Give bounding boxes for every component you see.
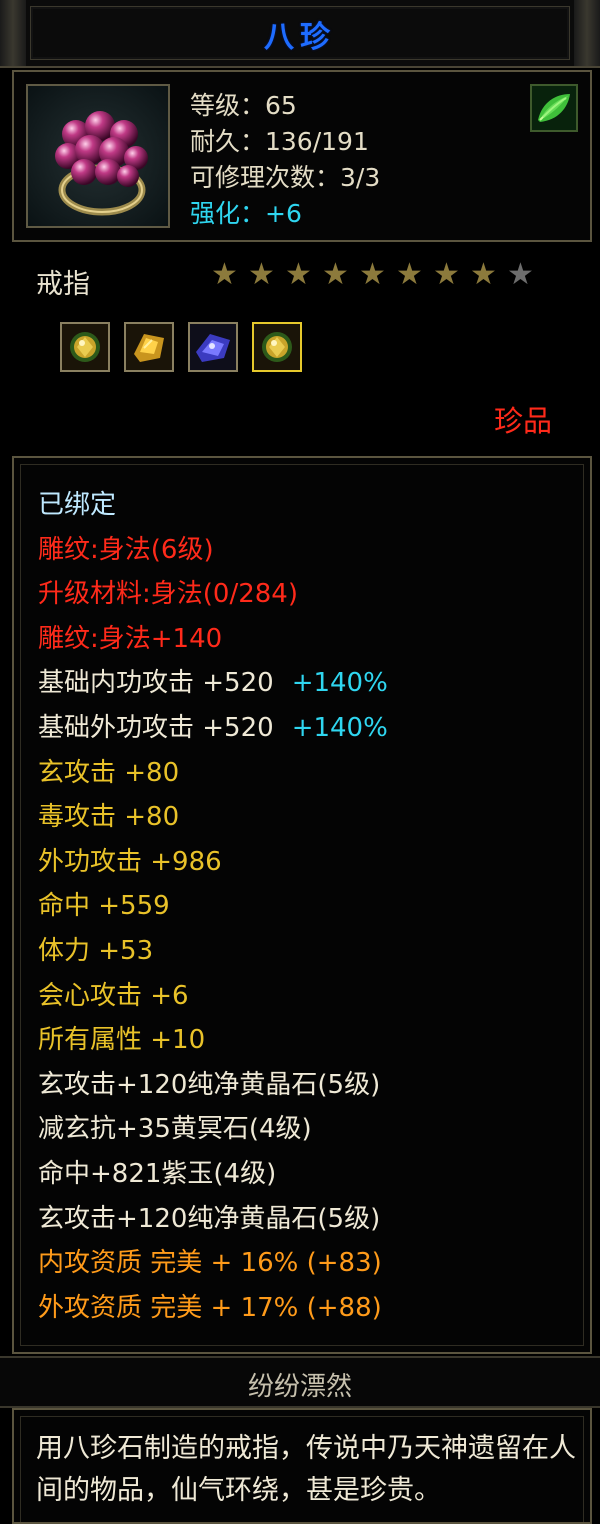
stat-text: 会心攻击 +6: [38, 980, 189, 1011]
star-icon: ★: [507, 257, 534, 292]
yellow-crystal-gem-icon: [252, 322, 302, 372]
stat-line: 命中 +559: [38, 885, 170, 922]
set-name: 纷纷漂然: [247, 1372, 352, 1402]
stat-text: 雕纹:身法+140: [38, 623, 223, 654]
stat-line: 减玄抗+35黄冥石(4级): [38, 1108, 312, 1145]
stat-line: 玄攻击+120纯净黄晶石(5级): [38, 1064, 380, 1101]
durability-line: 耐久：136/191: [190, 127, 369, 156]
stat-text: 所有属性 +10: [38, 1025, 206, 1056]
stat-line: 命中+821紫玉(4级): [38, 1153, 276, 1190]
star-icon: ★: [248, 257, 275, 292]
level-line: 等级：65: [190, 91, 297, 120]
gem-sockets: [60, 322, 302, 372]
set-name-bar: 纷纷漂然: [0, 1356, 600, 1408]
purple-jade-gem-icon: [188, 322, 238, 372]
stat-line: 基础外功攻击 +520 +140%: [38, 707, 388, 744]
star-icon: ★: [359, 257, 386, 292]
stat-text: 升级材料:身法(0/284): [38, 579, 298, 610]
stat-line: 会心攻击 +6: [38, 975, 189, 1012]
stat-text: 基础内功攻击 +520: [38, 668, 274, 699]
stat-bonus-percent: +140%: [291, 713, 388, 743]
gold-shard-gem-icon: [124, 322, 174, 372]
description-panel: 用八珍石制造的戒指，传说中乃天神遗留在人间的物品，仙气环绕，甚是珍贵。: [12, 1408, 592, 1524]
stat-text: 玄攻击+120纯净黄晶石(5级): [38, 1069, 381, 1100]
stat-text: 体力 +53: [38, 936, 154, 966]
item-header: 等级：65 耐久：136/191 可修理次数：3/3 强化：+6: [12, 70, 592, 242]
stat-text: 玄攻击+120纯净黄晶石(5级): [38, 1203, 381, 1234]
grape-cluster-ring-icon: [26, 84, 170, 228]
stat-line: 所有属性 +10: [38, 1019, 205, 1056]
item-tooltip: 八珍 等级：65 耐久：136/191 可修理次数：3/3 强化：+6 戒指 ★…: [0, 0, 600, 1524]
stat-line: 玄攻击+120纯净黄晶石(5级): [38, 1198, 380, 1235]
stat-line: 雕纹:身法+140: [38, 618, 222, 655]
stat-text: 命中+821紫玉(4级): [38, 1159, 277, 1189]
yellow-crystal-gem-icon: [60, 322, 110, 372]
stat-line: 玄攻击 +80: [38, 752, 179, 789]
star-icon: ★: [396, 257, 423, 292]
quality-grade: 珍品: [493, 404, 552, 438]
star-rating: ★ ★ ★ ★ ★ ★ ★ ★ ★: [208, 258, 537, 298]
stat-bonus-percent: +140%: [291, 668, 388, 699]
stat-text: 已绑定: [38, 490, 117, 520]
star-icon: ★: [211, 257, 238, 292]
item-type: 戒指: [36, 269, 90, 300]
repair-count-line: 可修理次数：3/3: [190, 163, 381, 192]
star-icon: ★: [285, 257, 312, 292]
star-icon: ★: [470, 257, 497, 292]
stat-text: 外功攻击 +986: [38, 846, 222, 877]
stat-text: 命中 +559: [38, 891, 170, 922]
stat-text: 雕纹:身法(6级): [38, 534, 214, 565]
stat-line: 基础内功攻击 +520 +140%: [38, 662, 388, 699]
item-name: 八珍: [264, 20, 336, 55]
stat-text: 毒攻击 +80: [38, 802, 180, 833]
stat-line: 内攻资质 完美 + 16% (+83): [38, 1242, 382, 1279]
stat-line: 毒攻击 +80: [38, 796, 179, 833]
stat-line: 外攻资质 完美 + 17% (+88): [38, 1287, 382, 1324]
stat-text: 基础外功攻击 +520: [38, 713, 274, 743]
enhance-line: 强化：+6: [190, 199, 302, 228]
stat-line: 升级材料:身法(0/284): [38, 573, 298, 610]
star-icon: ★: [433, 257, 460, 292]
stat-line: 已绑定: [38, 484, 116, 521]
item-description: 用八珍石制造的戒指，传说中乃天神遗留在人间的物品，仙气环绕，甚是珍贵。: [36, 1433, 576, 1506]
stat-line: 外功攻击 +986: [38, 841, 222, 878]
stat-text: 减玄抗+35黄冥石(4级): [38, 1114, 312, 1145]
title-bar: 八珍: [0, 0, 600, 68]
star-icon: ★: [322, 257, 349, 292]
stat-line: 雕纹:身法(6级): [38, 529, 214, 566]
stat-line: 体力 +53: [38, 930, 153, 967]
stat-text: 内攻资质 完美 + 16% (+83): [38, 1248, 382, 1279]
stat-text: 外攻资质 完美 + 17% (+88): [38, 1292, 382, 1323]
stats-panel: 已绑定雕纹:身法(6级) 升级材料:身法(0/284) 雕纹:身法+140 基础内功攻…: [12, 456, 592, 1354]
green-leaf-icon: [530, 84, 578, 132]
stat-text: 玄攻击 +80: [38, 757, 180, 788]
